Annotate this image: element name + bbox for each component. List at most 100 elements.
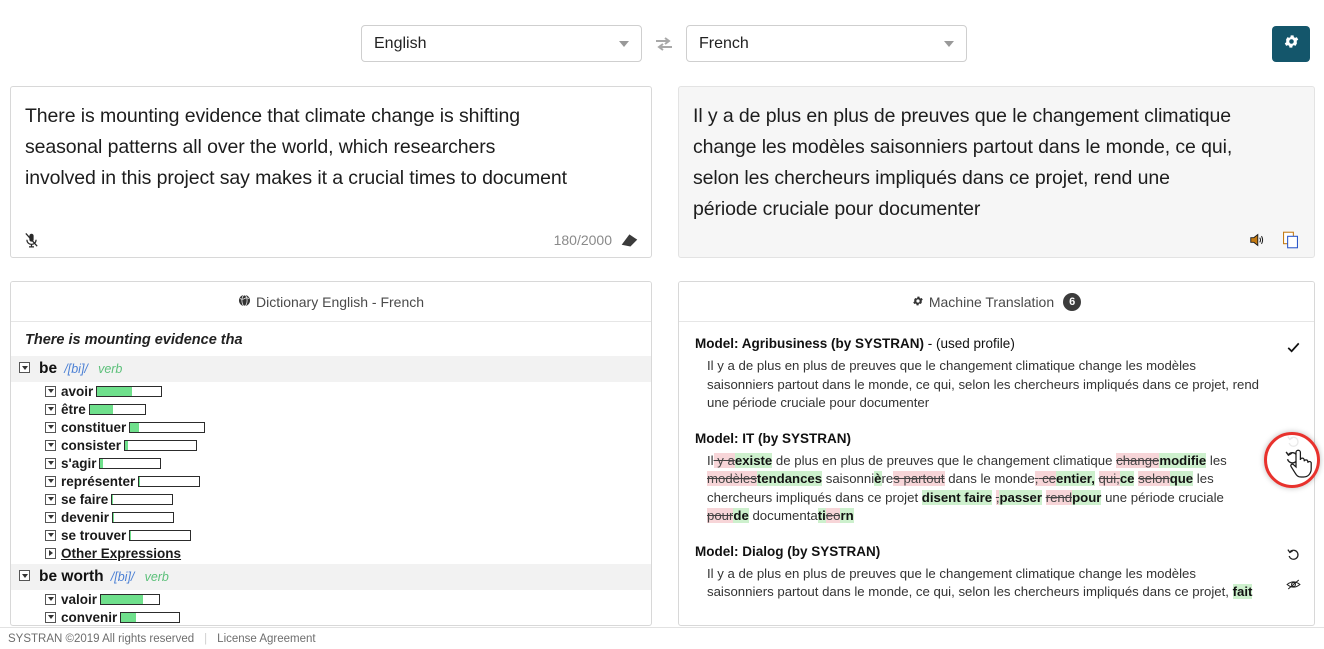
source-text-panel[interactable]: There is mounting evidence that climate … xyxy=(10,86,652,258)
sense-frequency-bar xyxy=(96,385,163,397)
entry-ipa: /[bi]/ xyxy=(110,570,135,584)
diff-insert: ce xyxy=(1119,471,1135,486)
dictionary-entry-header[interactable]: be /[bi]/ verb xyxy=(11,356,651,382)
translation-panes: There is mounting evidence that climate … xyxy=(0,86,1324,268)
sense-label: avoir xyxy=(61,383,94,399)
twisty-down-icon[interactable] xyxy=(45,421,56,433)
sense-label: s'agir xyxy=(61,455,97,471)
entry-pos: verb xyxy=(144,570,169,584)
mt-model-subtitle: - (used profile) xyxy=(924,336,1015,351)
dictionary-body: There is mounting evidence tha be /[bi]/… xyxy=(11,322,651,625)
diff-delete: qui, xyxy=(1098,471,1120,486)
dictionary-sense[interactable]: se faire xyxy=(11,490,651,508)
dictionary-query: There is mounting evidence tha xyxy=(25,332,243,348)
dictionary-sense[interactable]: se trouver xyxy=(11,526,651,544)
dictionary-sense[interactable]: s'agir xyxy=(11,454,651,472)
sense-label: constituer xyxy=(61,419,127,435)
twisty-down-icon[interactable] xyxy=(45,385,56,397)
diff-delete: modèles xyxy=(707,471,757,486)
diff-delete: pour xyxy=(707,508,734,523)
undo-icon[interactable] xyxy=(1282,544,1304,566)
source-language-select[interactable]: English xyxy=(361,25,642,62)
diff-equal: les xyxy=(1206,452,1227,468)
settings-button[interactable] xyxy=(1272,26,1310,62)
diff-delete: s partout xyxy=(893,471,945,486)
twisty-down-icon[interactable] xyxy=(45,403,56,415)
undo-icon[interactable] xyxy=(1284,449,1301,471)
dictionary-panel: Dictionary English - French There is mou… xyxy=(10,281,652,626)
target-line: selon les chercheurs impliqués dans ce p… xyxy=(693,167,1170,189)
mt-model-name: Model: Agribusiness (by SYSTRAN) xyxy=(695,336,925,351)
twisty-down-icon[interactable] xyxy=(19,362,30,373)
dictionary-sense[interactable]: consister xyxy=(11,436,651,454)
twisty-down-icon[interactable] xyxy=(45,475,56,487)
diff-insert: ti xyxy=(817,508,826,523)
diff-equal: une période cruciale xyxy=(1101,489,1224,505)
copy-icon[interactable] xyxy=(1281,231,1300,249)
twisty-down-icon[interactable] xyxy=(45,593,56,605)
dictionary-sense[interactable]: constituer xyxy=(11,418,651,436)
twisty-down-icon[interactable] xyxy=(45,511,56,523)
diff-equal: documenta xyxy=(748,508,818,523)
other-expressions-row[interactable]: Other Expressions xyxy=(11,544,651,562)
diff-insert: modifie xyxy=(1159,452,1207,468)
diff-equal: dans le monde xyxy=(944,471,1035,486)
twisty-right-icon[interactable] xyxy=(45,547,56,559)
diff-delete: a xyxy=(723,452,735,468)
sense-label: devenir xyxy=(61,509,110,525)
eraser-icon[interactable] xyxy=(620,233,639,248)
license-agreement-link[interactable]: License Agreement xyxy=(217,633,315,645)
speaker-icon[interactable] xyxy=(1249,233,1265,247)
dictionary-sense[interactable]: représenter xyxy=(11,472,651,490)
mt-model-name: Model: IT (by SYSTRAN) xyxy=(695,430,851,446)
diff-insert: n xyxy=(845,508,854,523)
chevron-down-icon xyxy=(619,40,629,47)
source-language-value: English xyxy=(374,34,427,52)
dictionary-sense[interactable]: devenir xyxy=(11,508,651,526)
source-line: seasonal patterns all over the world, wh… xyxy=(25,136,496,158)
target-language-select[interactable]: French xyxy=(686,25,967,62)
source-textarea[interactable]: There is mounting evidence that climate … xyxy=(11,87,651,194)
target-language-value: French xyxy=(699,34,749,52)
mt-model-actions xyxy=(1282,336,1304,358)
dictionary-sense[interactable]: valoir xyxy=(11,590,651,608)
mt-count-badge: 6 xyxy=(1063,292,1082,311)
top-bar: English French xyxy=(0,0,1324,86)
mt-model-text: Il y a de plus en plus de preuves que le… xyxy=(695,565,1262,602)
diff-equal: saisonni xyxy=(822,471,875,486)
other-expressions-link[interactable]: Other Expressions xyxy=(61,546,181,561)
source-line: involved in this project say makes it a … xyxy=(25,167,567,189)
microphone-muted-icon[interactable] xyxy=(23,231,40,250)
diff-insert: entier, xyxy=(1056,471,1095,486)
hide-icon[interactable] xyxy=(1282,574,1304,596)
mt-body: Model: Agribusiness (by SYSTRAN) - (used… xyxy=(679,322,1314,625)
twisty-down-icon[interactable] xyxy=(45,439,56,451)
entry-word: be xyxy=(39,360,58,377)
twisty-down-icon[interactable] xyxy=(45,457,56,469)
globe-icon xyxy=(238,294,251,310)
gear-icon xyxy=(912,294,924,310)
sense-frequency-bar xyxy=(88,403,146,415)
twisty-down-icon[interactable] xyxy=(45,529,56,541)
diff-insert: disent faire xyxy=(921,489,993,505)
dictionary-entry-header[interactable]: be worth /[bi]/ verb xyxy=(11,564,651,590)
mt-model-name: Model: Dialog (by SYSTRAN) xyxy=(695,543,881,559)
swap-horizontal-icon xyxy=(654,36,674,52)
swap-languages-button[interactable] xyxy=(642,25,686,62)
sense-label: valoir xyxy=(61,591,98,607)
check-icon[interactable] xyxy=(1282,336,1304,358)
sense-frequency-bar xyxy=(129,421,206,433)
sense-label: représenter xyxy=(61,473,136,489)
mt-header: Machine Translation 6 xyxy=(679,282,1314,322)
mt-model-title: Model: IT (by SYSTRAN) xyxy=(695,431,1262,446)
twisty-down-icon[interactable] xyxy=(45,493,56,505)
twisty-down-icon[interactable] xyxy=(45,611,56,623)
sense-frequency-bar xyxy=(111,493,174,505)
dictionary-sense[interactable]: être xyxy=(11,400,651,418)
dictionary-sense[interactable]: convenir xyxy=(11,608,651,625)
twisty-down-icon[interactable] xyxy=(19,570,30,581)
source-panel-footer: 180/2000 xyxy=(11,223,651,257)
dictionary-sense[interactable]: avoir xyxy=(11,382,651,400)
sense-label: se trouver xyxy=(61,527,127,543)
diff-insert: de xyxy=(733,508,749,523)
